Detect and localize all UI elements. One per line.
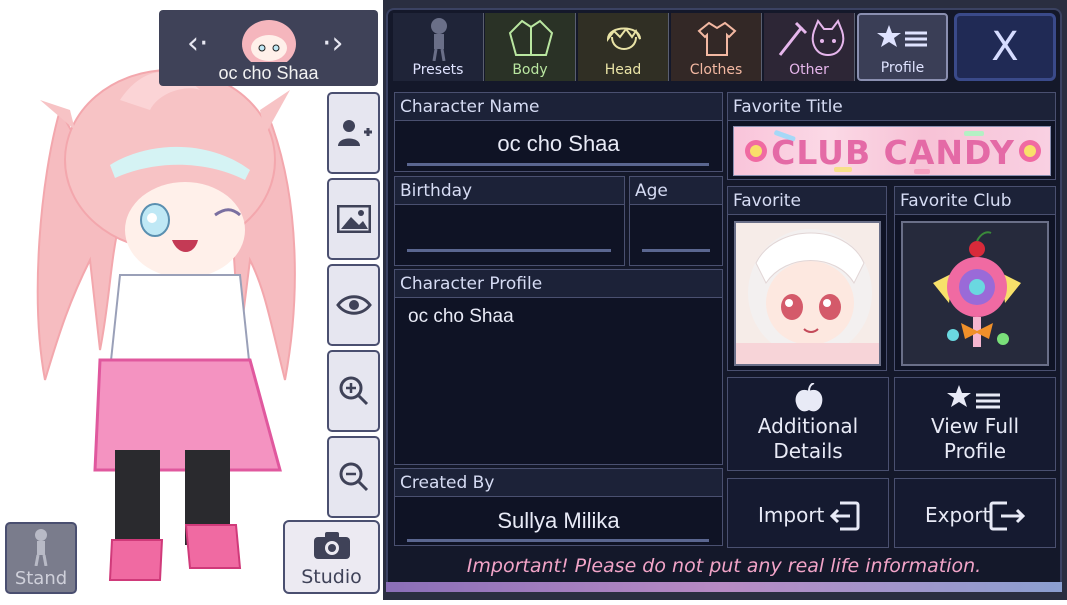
- tab-presets-label: Presets: [412, 62, 464, 78]
- favorite-title-label: Favorite Title: [728, 93, 1055, 121]
- stand-label: Stand: [14, 568, 68, 589]
- favorite-title-field[interactable]: Favorite Title CLUB CANDY: [727, 92, 1056, 180]
- close-button[interactable]: X: [954, 13, 1056, 81]
- eye-icon: [335, 295, 372, 315]
- tab-clothes-label: Clothes: [689, 62, 743, 78]
- tab-profile[interactable]: Profile: [857, 13, 948, 81]
- export-icon: [989, 501, 1026, 531]
- created-by-field[interactable]: Created By Sullya Milika: [394, 468, 723, 546]
- character-profile-field[interactable]: Character Profile oc cho Shaa: [394, 269, 723, 465]
- tab-other[interactable]: Other: [764, 13, 855, 81]
- character-stage: [0, 0, 330, 600]
- pose-figure-icon: [34, 529, 48, 566]
- import-icon: [829, 501, 860, 531]
- additional-details-button[interactable]: Additional Details: [727, 377, 889, 471]
- next-character-arrow-icon[interactable]: ·›: [322, 26, 344, 61]
- favorite-title-banner: CLUB CANDY: [733, 126, 1051, 176]
- tab-body-label: Body: [512, 62, 548, 78]
- apple-icon: [795, 383, 823, 412]
- import-button[interactable]: Import: [727, 478, 889, 548]
- stand-button[interactable]: Stand: [5, 522, 77, 594]
- favorite-club-label: Favorite Club: [895, 187, 1055, 215]
- panel-bottom-bar: [386, 582, 1062, 592]
- favorite-title-text: CLUB CANDY: [771, 133, 1015, 172]
- created-by-value: Sullya Milika: [497, 508, 620, 533]
- studio-label: Studio: [301, 566, 362, 588]
- tab-clothes[interactable]: Clothes: [671, 13, 762, 81]
- star-list-icon: [877, 25, 927, 47]
- favorite-club-field[interactable]: Favorite Club: [894, 186, 1056, 371]
- background-button[interactable]: [327, 178, 380, 260]
- additional-details-line1: Additional: [757, 414, 859, 438]
- zoom-in-icon: [339, 376, 368, 406]
- tab-body[interactable]: Body: [485, 13, 576, 81]
- privacy-warning: Important! Please do not put any real li…: [466, 555, 982, 577]
- view-full-profile-line1: View Full: [930, 414, 1020, 438]
- view-full-profile-button[interactable]: View Full Profile: [894, 377, 1056, 471]
- age-label: Age: [630, 177, 722, 205]
- tab-head[interactable]: Head: [578, 13, 669, 81]
- previous-character-arrow-icon[interactable]: ‹·: [187, 26, 209, 61]
- camera-icon: [314, 532, 350, 559]
- import-label: Import: [758, 503, 825, 527]
- view-button[interactable]: [327, 264, 380, 346]
- additional-details-line2: Details: [773, 439, 843, 463]
- favorite-character-label: Favorite Character: [728, 187, 886, 239]
- presets-figure-icon: [431, 18, 447, 61]
- favorite-character-field[interactable]: Favorite Character: [727, 186, 887, 371]
- hair-icon: [606, 27, 641, 50]
- favorite-character-image: [734, 221, 881, 366]
- character-profile-value: oc cho Shaa: [408, 306, 514, 327]
- add-user-icon: [337, 120, 372, 146]
- tab-head-label: Head: [604, 62, 642, 78]
- character-profile-label: Character Profile: [395, 270, 722, 298]
- tab-profile-label: Profile: [880, 60, 925, 76]
- character-figure: [36, 69, 296, 581]
- sword-cat-icon: [778, 19, 845, 57]
- tab-presets[interactable]: Presets: [393, 13, 484, 81]
- zoom-out-button[interactable]: [327, 436, 380, 518]
- character-selector: ‹· ·› oc cho Shaa: [159, 10, 378, 86]
- character-name-label: Character Name: [395, 93, 722, 121]
- jacket-icon: [508, 19, 554, 56]
- character-name-value: oc cho Shaa: [497, 131, 620, 156]
- image-icon: [336, 205, 371, 233]
- shirt-icon: [697, 21, 737, 56]
- zoom-in-button[interactable]: [327, 350, 380, 432]
- character-selector-name: oc cho Shaa: [218, 63, 319, 83]
- age-field[interactable]: Age: [629, 176, 723, 266]
- zoom-out-icon: [339, 462, 368, 492]
- candy-lollipop-icon: [933, 231, 1021, 347]
- studio-button[interactable]: Studio: [283, 520, 380, 594]
- created-by-label: Created By: [395, 469, 722, 497]
- birthday-label: Birthday: [395, 177, 624, 205]
- birthday-field[interactable]: Birthday: [394, 176, 625, 266]
- export-button[interactable]: Export: [894, 478, 1056, 548]
- star-list-icon: [947, 385, 1000, 409]
- character-name-field[interactable]: Character Name oc cho Shaa: [394, 92, 723, 172]
- character-thumbnail: [241, 14, 297, 68]
- export-label: Export: [925, 503, 991, 527]
- view-full-profile-line2: Profile: [943, 439, 1007, 463]
- tab-other-label: Other: [789, 62, 829, 78]
- favorite-club-emblem: [901, 221, 1049, 366]
- add-character-button[interactable]: [327, 92, 380, 174]
